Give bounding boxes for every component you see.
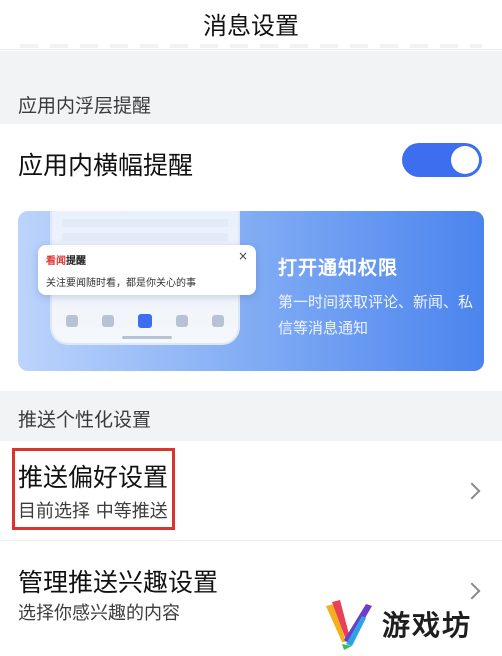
chevron-right-icon [463,582,481,600]
scrolled-content-fragment [20,44,482,48]
page-title: 消息设置 [203,12,299,40]
notification-message: 关注要闻随时看，都是你关心的事 [46,278,196,289]
phone-nav-bar [66,313,224,329]
home-indicator [122,336,172,339]
in-app-banner-title: 应用内横幅提醒 [18,151,194,180]
chevron-right-icon [463,482,481,500]
watermark-text: 游戏坊 [382,609,473,642]
banner-title: 打开通知权限 [278,257,399,279]
section-label-push: 推送个性化设置 [18,409,152,431]
notification-brand: 看闻 [46,256,66,267]
video-icon [102,315,114,327]
banner-description: 第一时间获取评论、新闻、私信等消息通知 [278,293,474,337]
close-icon: × [237,249,248,263]
profile-icon [212,315,224,327]
section-header-push: 推送个性化设置 [0,391,502,441]
push-interest-title: 管理推送兴趣设置 [18,568,219,597]
sample-notification: 看闻提醒 × 关注要闻随时看，都是你关心的事 [38,245,256,295]
push-interest-subtitle: 选择你感兴趣的内容 [18,603,180,624]
section-label-in-app: 应用内浮层提醒 [18,95,152,117]
section-header-in-app: 应用内浮层提醒 [0,51,502,124]
top-bar: 消息设置 [0,0,502,50]
in-app-banner-toggle[interactable] [402,143,482,177]
toggle-knob [451,146,479,174]
center-tab-icon [138,314,152,328]
notification-app-name: 看闻提醒 [46,252,86,267]
highlight-annotation [12,448,175,530]
search-icon [176,315,188,327]
enable-notifications-banner[interactable]: 看闻提醒 × 关注要闻随时看，都是你关心的事 打开通知权限 第一时间获取评论、新… [18,211,484,371]
multicolor-v-logo-icon [326,600,372,650]
watermark: 游戏坊 [322,598,498,652]
home-icon [66,315,78,327]
notification-label: 提醒 [66,256,86,267]
